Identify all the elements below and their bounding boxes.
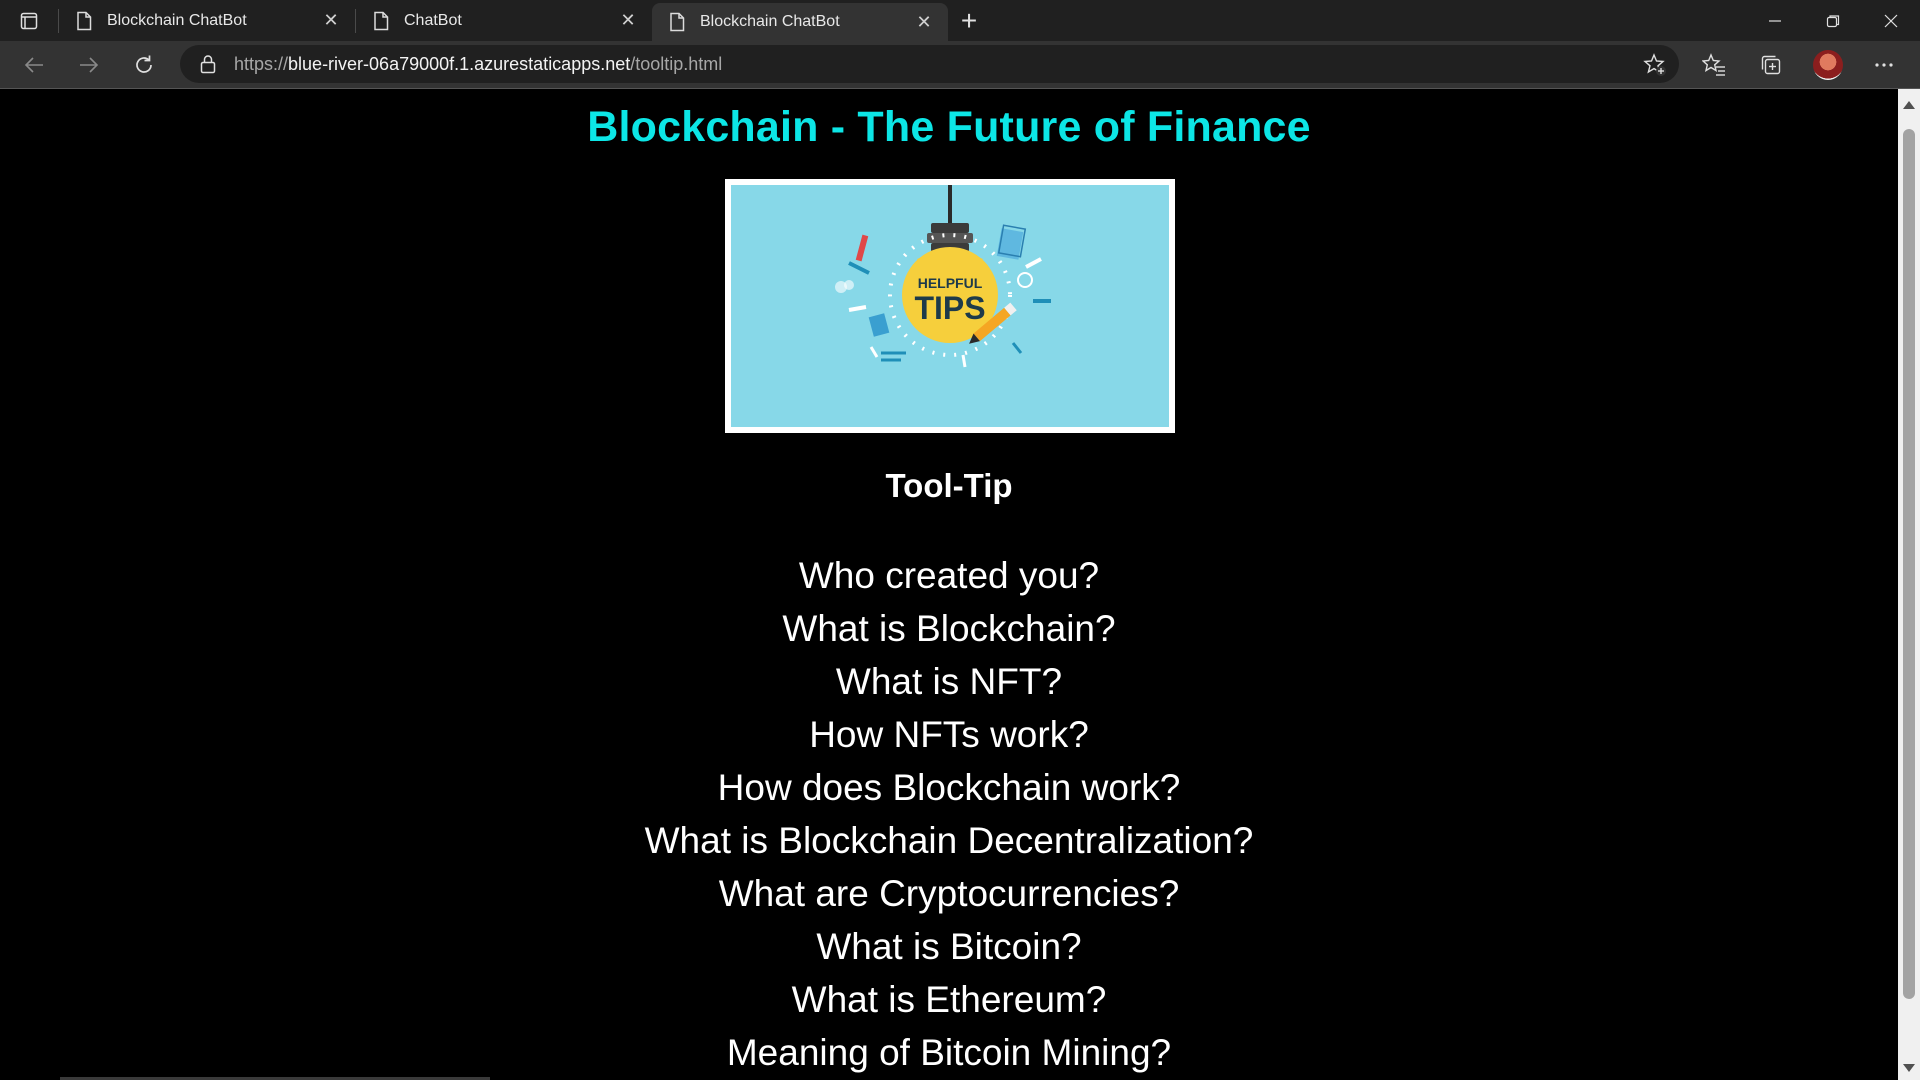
image-label-bottom: TIPS (914, 290, 985, 326)
address-bar[interactable]: https://blue-river-06a79000f.1.azurestat… (180, 45, 1679, 83)
forward-icon[interactable] (71, 47, 107, 83)
collections-icon[interactable] (1753, 47, 1789, 83)
page-content: Blockchain - The Future of Finance HELPF… (0, 89, 1898, 1080)
tab-title: Blockchain ChatBot (107, 11, 247, 29)
question-item[interactable]: What is Ethereum? (0, 973, 1898, 1026)
url-host: blue-river-06a79000f.1.azurestaticapps.n… (288, 53, 631, 74)
scroll-thumb[interactable] (1903, 129, 1915, 999)
question-item[interactable]: What is Blockchain Decentralization? (0, 814, 1898, 867)
question-list: Who created you? What is Blockchain? Wha… (0, 549, 1898, 1079)
tab-chatbot[interactable]: ChatBot ✕ (356, 0, 652, 41)
page-icon (374, 11, 389, 30)
helpful-tips-image: HELPFUL TIPS (725, 179, 1175, 433)
question-item[interactable]: What is Blockchain? (0, 602, 1898, 655)
section-heading-tooltip: Tool-Tip (885, 467, 1013, 504)
question-item[interactable]: What is NFT? (0, 655, 1898, 708)
back-icon[interactable] (16, 47, 52, 83)
restore-icon[interactable] (1804, 0, 1862, 41)
scroll-up-icon[interactable] (1903, 101, 1915, 109)
url-prefix: https:// (234, 53, 289, 74)
profile-avatar[interactable] (1810, 47, 1846, 83)
refresh-icon[interactable] (126, 47, 162, 83)
tab-blockchain-chatbot-active[interactable]: Blockchain ChatBot ✕ (652, 3, 948, 41)
page-icon (670, 12, 685, 32)
tab-actions-icon[interactable] (0, 0, 58, 41)
close-icon[interactable]: ✕ (618, 10, 638, 31)
tab-blockchain-chatbot-1[interactable]: Blockchain ChatBot ✕ (59, 0, 355, 41)
add-favorite-icon[interactable] (1637, 47, 1673, 83)
question-item[interactable]: Who created you? (0, 549, 1898, 602)
page-scrollbar[interactable] (1898, 89, 1920, 1080)
close-icon[interactable]: ✕ (914, 12, 934, 32)
window-close-icon[interactable] (1862, 0, 1920, 41)
new-tab-icon[interactable]: + (948, 0, 990, 41)
lock-icon[interactable] (199, 54, 217, 74)
browser-toolbar: https://blue-river-06a79000f.1.azurestat… (0, 41, 1920, 89)
close-icon[interactable]: ✕ (321, 10, 341, 31)
page-icon (77, 11, 92, 30)
url-path: /tooltip.html (630, 53, 723, 74)
question-item[interactable]: What is Bitcoin? (0, 920, 1898, 973)
question-item[interactable]: How NFTs work? (0, 708, 1898, 761)
question-item[interactable]: How does Blockchain work? (0, 761, 1898, 814)
favorites-icon[interactable] (1696, 47, 1732, 83)
question-item[interactable]: What are Cryptocurrencies? (0, 867, 1898, 920)
url-text[interactable]: https://blue-river-06a79000f.1.azurestat… (234, 54, 722, 75)
page-title: Blockchain - The Future of Finance (587, 103, 1311, 151)
more-icon[interactable] (1866, 47, 1902, 83)
minimize-icon[interactable] (1746, 0, 1804, 41)
image-label-top: HELPFUL (918, 275, 983, 291)
scroll-down-icon[interactable] (1903, 1064, 1915, 1072)
question-item[interactable]: Meaning of Bitcoin Mining? (0, 1026, 1898, 1079)
tab-title: Blockchain ChatBot (700, 13, 840, 30)
tab-strip: Blockchain ChatBot ✕ ChatBot ✕ Blockchai… (0, 0, 1920, 41)
window-controls (1746, 0, 1920, 41)
tab-title: ChatBot (404, 11, 462, 29)
